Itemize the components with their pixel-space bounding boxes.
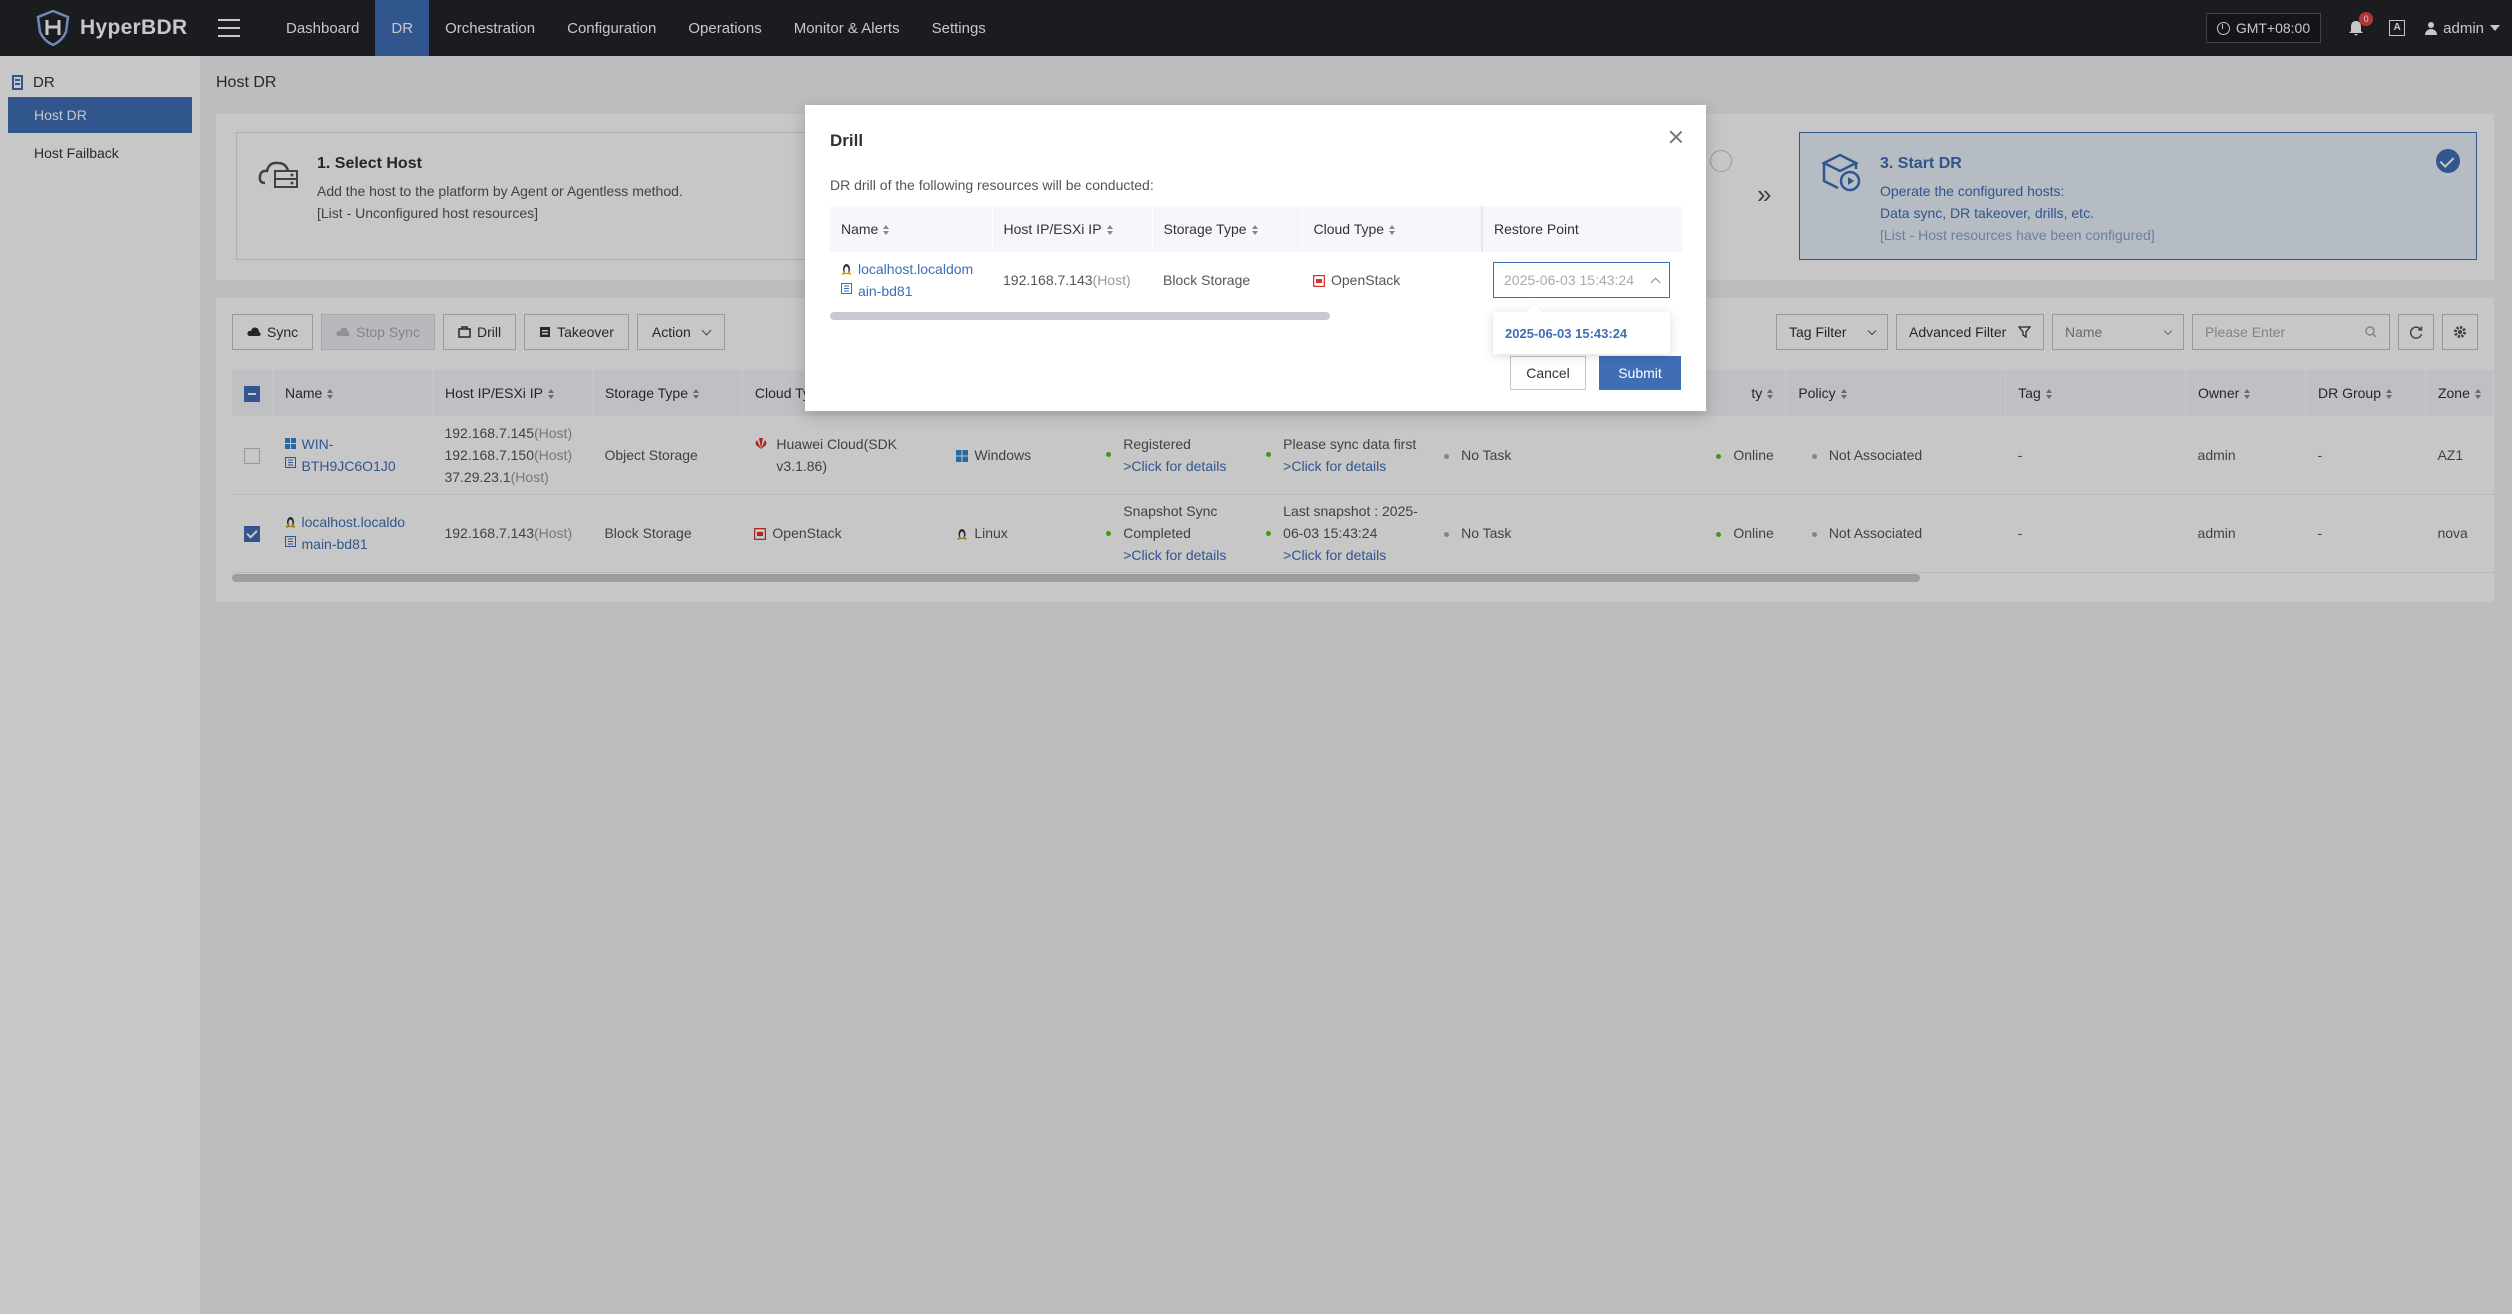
close-icon[interactable]: [1668, 129, 1684, 145]
openstack-icon: [1313, 275, 1325, 288]
restore-point-placeholder: 2025-06-03 15:43:24: [1504, 272, 1634, 288]
restore-point-cell: 2025-06-03 15:43:24: [1482, 252, 1682, 308]
col-host-ip[interactable]: Host IP/ESXi IP: [992, 206, 1153, 252]
sort-icon: [1251, 225, 1258, 236]
col-restore-point-label: Restore Point: [1494, 221, 1579, 237]
host-name-cell: localhost.localdom ain-bd81: [830, 252, 992, 308]
col-restore-point: Restore Point: [1481, 206, 1683, 252]
cloud-type-cell: OpenStack: [1302, 252, 1482, 308]
host-ip-cell: 192.168.7.143(Host): [992, 252, 1152, 308]
col-host-ip-label: Host IP/ESXi IP: [1003, 221, 1102, 237]
submit-button[interactable]: Submit: [1599, 356, 1681, 390]
ip-suffix: (Host): [1092, 272, 1131, 288]
cancel-button[interactable]: Cancel: [1510, 356, 1586, 390]
sort-icon: [1106, 225, 1113, 236]
dialog-description: DR drill of the following resources will…: [830, 177, 1154, 193]
sort-icon: [883, 225, 890, 236]
dialog-title: Drill: [830, 131, 864, 150]
restore-point-select[interactable]: 2025-06-03 15:43:24: [1493, 262, 1670, 298]
host-name-link[interactable]: localhost.localdom: [858, 258, 973, 280]
col-cloud-type[interactable]: Cloud Type: [1302, 206, 1483, 252]
dialog-table-header: Name Host IP/ESXi IP Storage Type Cloud …: [830, 206, 1683, 252]
dialog-table-scrollbar[interactable]: [830, 312, 1330, 320]
restore-point-dropdown: 2025-06-03 15:43:24: [1493, 312, 1670, 354]
col-name[interactable]: Name: [830, 206, 993, 252]
linux-icon: [841, 264, 852, 275]
sort-icon: [1389, 225, 1396, 236]
restore-point-option[interactable]: 2025-06-03 15:43:24: [1505, 326, 1627, 341]
col-cloud-type-label: Cloud Type: [1313, 221, 1385, 237]
host-icon: [841, 283, 852, 294]
col-storage-type[interactable]: Storage Type: [1152, 206, 1303, 252]
drill-resources-table: Name Host IP/ESXi IP Storage Type Cloud …: [830, 206, 1683, 308]
storage-type-cell: Block Storage: [1163, 272, 1251, 288]
col-name-label: Name: [841, 221, 879, 237]
ip-value: 192.168.7.143: [1003, 272, 1093, 288]
table-row: localhost.localdom ain-bd81 192.168.7.14…: [830, 252, 1682, 308]
chevron-up-icon: [1650, 277, 1661, 287]
host-name-link-cont[interactable]: ain-bd81: [858, 280, 973, 302]
cloud-type-label: OpenStack: [1331, 272, 1401, 288]
col-storage-type-label: Storage Type: [1163, 221, 1247, 237]
drill-dialog: Drill DR drill of the following resource…: [805, 105, 1706, 411]
